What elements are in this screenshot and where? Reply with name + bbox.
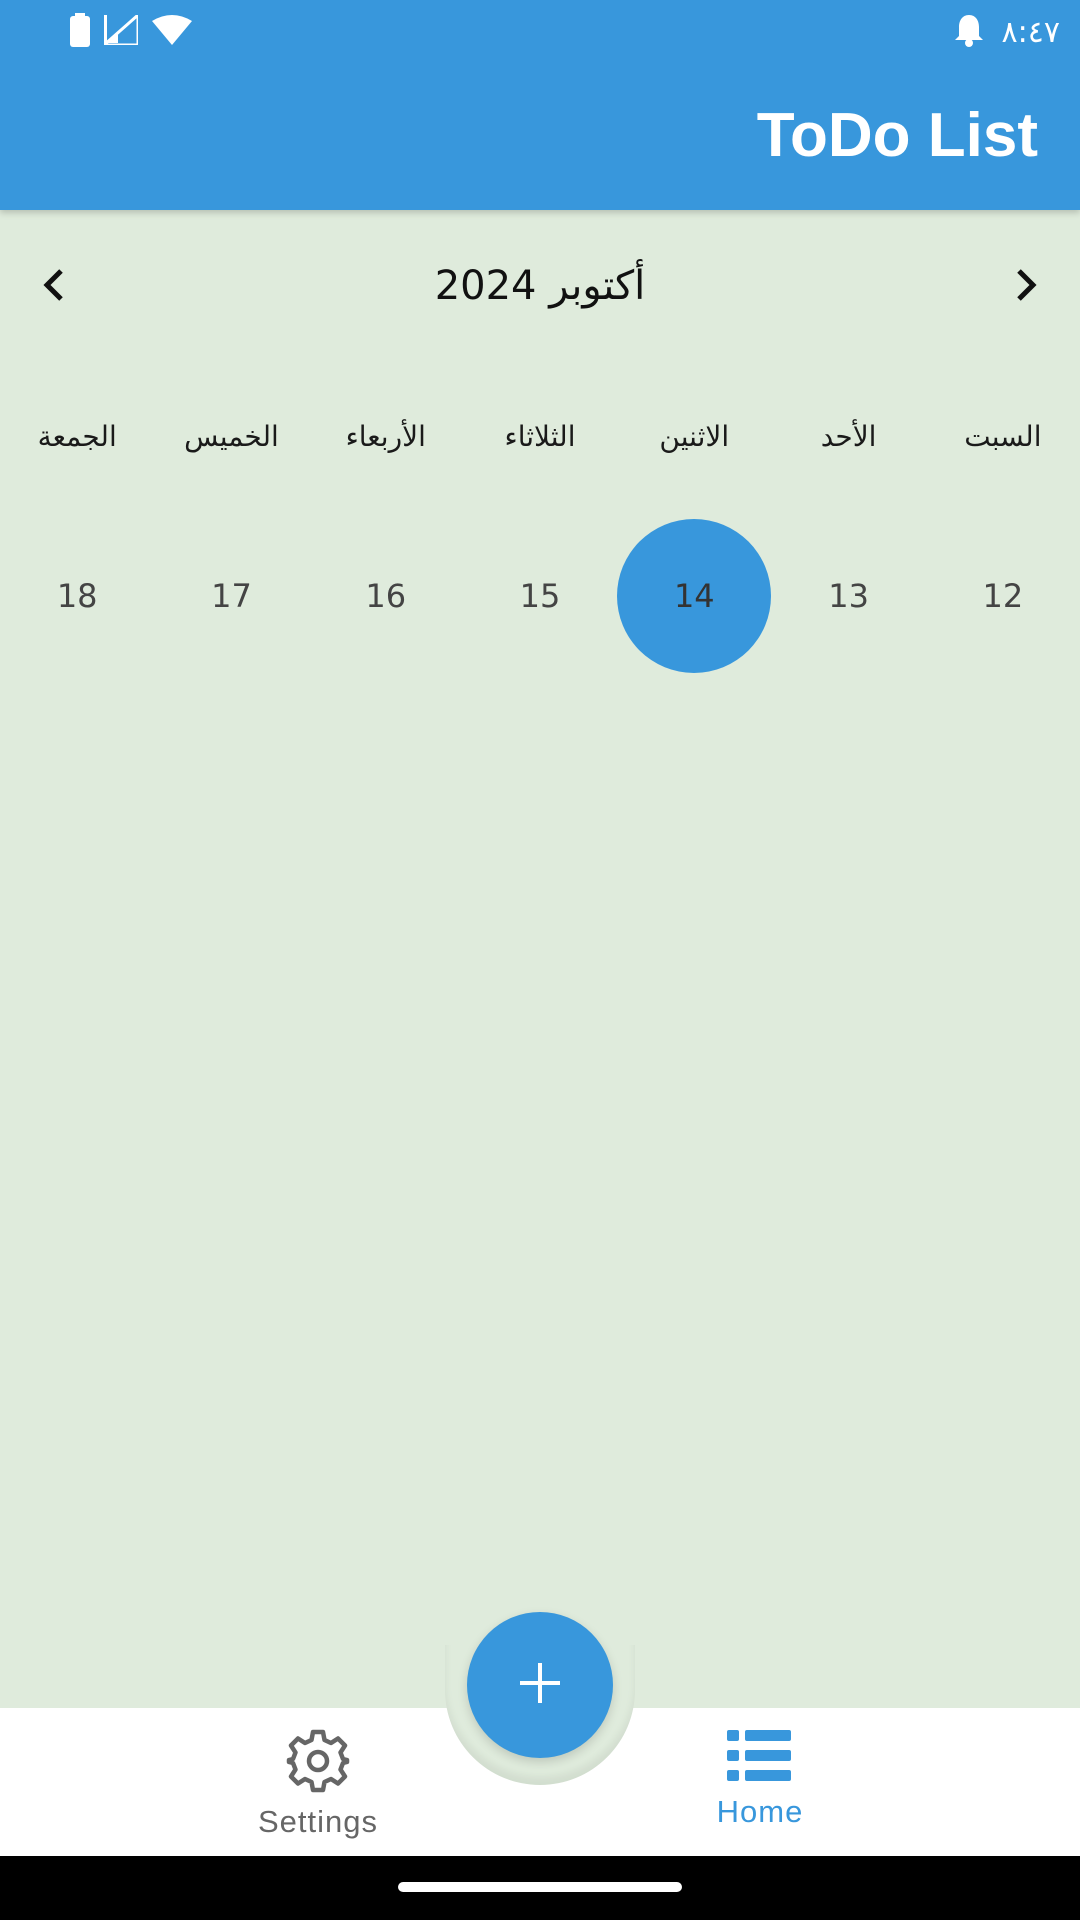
day-number: 18 — [56, 577, 98, 615]
day-cell[interactable]: 17 — [154, 518, 308, 674]
home-gesture-handle[interactable] — [398, 1882, 682, 1892]
month-title: أكتوبر 2024 — [434, 263, 646, 309]
day-cell[interactable]: 13 — [771, 518, 925, 674]
day-number: 16 — [365, 577, 407, 615]
gear-icon — [285, 1729, 351, 1798]
month-header: أكتوبر 2024 — [0, 255, 1080, 319]
day-cell[interactable]: 18 — [0, 518, 154, 674]
day-cell[interactable]: 15 — [463, 518, 617, 674]
weekday-label: الاثنين — [659, 420, 730, 453]
add-task-button[interactable] — [467, 1612, 613, 1758]
page-title: ToDo List — [756, 101, 1038, 170]
status-icons-right: ٨:٤٧ — [954, 12, 1060, 52]
nav-label-settings: Settings — [257, 1804, 378, 1839]
weekday-label: الأحد — [820, 420, 877, 453]
next-week-button[interactable] — [994, 255, 1058, 319]
weekday-label: الخميس — [184, 420, 279, 453]
plus-icon — [518, 1661, 562, 1709]
status-time: ٨:٤٧ — [1001, 14, 1060, 50]
weekday-label: الثلاثاء — [504, 420, 576, 453]
weekday-label: الأربعاء — [345, 420, 426, 453]
selected-day-cell[interactable]: 14 — [617, 518, 772, 674]
notification-bell-icon — [954, 13, 984, 51]
day-cell[interactable]: 12 — [926, 518, 1080, 674]
chevron-right-icon — [1011, 265, 1041, 309]
nav-item-settings[interactable]: Settings — [208, 1728, 428, 1840]
status-icons-left — [70, 11, 192, 51]
day-number: 15 — [519, 577, 561, 615]
signal-icon — [100, 11, 140, 49]
day-number: 17 — [211, 577, 252, 615]
weekday-row: السبت الأحد الاثنين الثلاثاء الأربعاء ال… — [0, 420, 1080, 464]
app-screen: ٨:٤٧ ToDo List أكتوبر 2024 السبت الأحد ا… — [0, 0, 1080, 1920]
weekday-label: الجمعة — [37, 420, 117, 453]
nav-label-home: Home — [716, 1794, 804, 1829]
list-icon — [727, 1730, 793, 1788]
app-bar: ٨:٤٧ ToDo List — [0, 0, 1080, 210]
day-number: 14 — [617, 519, 772, 673]
nav-item-home[interactable]: Home — [650, 1728, 870, 1830]
battery-icon — [70, 13, 90, 51]
day-number: 13 — [828, 577, 869, 615]
wifi-icon — [152, 15, 192, 49]
day-row: 12 13 14 15 16 17 18 — [0, 518, 1080, 674]
weekday-label: السبت — [964, 420, 1042, 453]
day-cell[interactable]: 16 — [309, 518, 463, 674]
day-number: 12 — [982, 577, 1024, 615]
